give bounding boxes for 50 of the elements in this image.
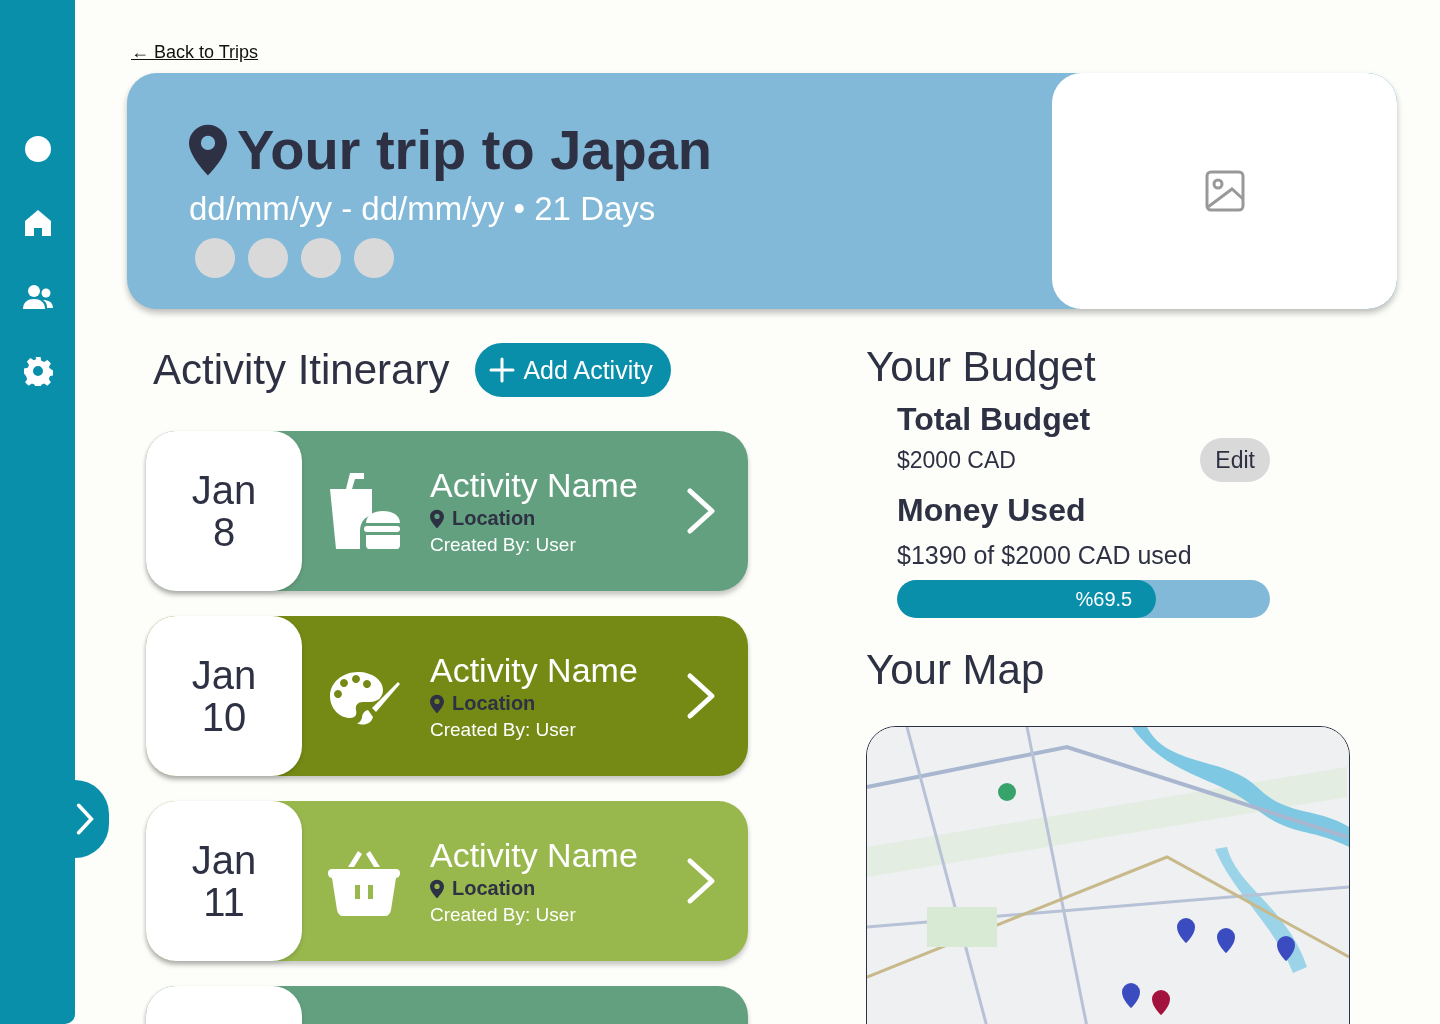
activity-author: Created By: User (430, 719, 577, 741)
money-used-value: $1390 of $2000 CAD used (897, 541, 1193, 570)
chevron-right-icon[interactable] (686, 857, 716, 905)
date-month: Jan (191, 839, 257, 881)
image-icon (1204, 169, 1245, 213)
edit-button[interactable]: Edit (1200, 438, 1270, 482)
activity-card[interactable]: Jan 10 Activity Name Location Created By: User (146, 616, 748, 776)
date-day: 8 (212, 511, 236, 553)
activity-name: Activity Name (430, 836, 639, 875)
date-day: 11 (203, 881, 245, 923)
activity-author: Created By: User (430, 534, 577, 556)
member-avatar (354, 238, 394, 278)
total-budget-label: Total Budget (897, 401, 1092, 438)
money-used-label: Money Used (897, 492, 1087, 529)
pin-icon (430, 878, 444, 899)
drink-burger-icon (328, 473, 400, 549)
location-pin-icon (189, 123, 227, 176)
total-budget-value: $2000 CAD (897, 446, 1016, 474)
users-icon[interactable] (22, 282, 53, 312)
section-title: Your Map (866, 646, 1046, 694)
pin-icon (430, 693, 444, 714)
progress-percent: %69.5 (1075, 587, 1133, 611)
circle-icon[interactable] (22, 134, 53, 164)
member-avatar (195, 238, 235, 278)
back-link[interactable]: ← Back to Trips (131, 42, 259, 63)
chevron-right-icon (75, 800, 95, 838)
activity-author: Created By: User (430, 904, 577, 926)
activity-location: Location (452, 877, 536, 900)
settings-icon[interactable] (22, 356, 53, 386)
trip-dates: dd/mm/yy - dd/mm/yy • 21 Days (189, 190, 657, 228)
section-title: Your Budget (866, 343, 1097, 391)
date-month: Jan (191, 654, 257, 696)
activity-name: Activity Name (430, 651, 639, 690)
chevron-right-icon[interactable] (686, 487, 716, 535)
section-title: Activity Itinerary (153, 346, 450, 394)
activity-card[interactable]: Jan 8 Activity Name Location Created By: User (146, 431, 748, 591)
member-avatar (301, 238, 341, 278)
home-icon[interactable] (22, 208, 53, 238)
chevron-right-icon[interactable] (686, 672, 716, 720)
activity-name: Activity Name (430, 466, 639, 505)
pin-icon (430, 508, 444, 529)
activity-location: Location (452, 692, 536, 715)
plus-icon (489, 357, 516, 383)
activity-location: Location (452, 507, 536, 530)
date-month: Jan (191, 469, 257, 511)
add-activity-button[interactable]: Add Activity (475, 343, 671, 397)
member-avatar (248, 238, 288, 278)
activity-card[interactable]: Jan 11 Activity Name Location Created By: User (146, 801, 748, 961)
date-day: 10 (201, 696, 247, 738)
trip-title: Your trip to Japan (237, 117, 712, 182)
